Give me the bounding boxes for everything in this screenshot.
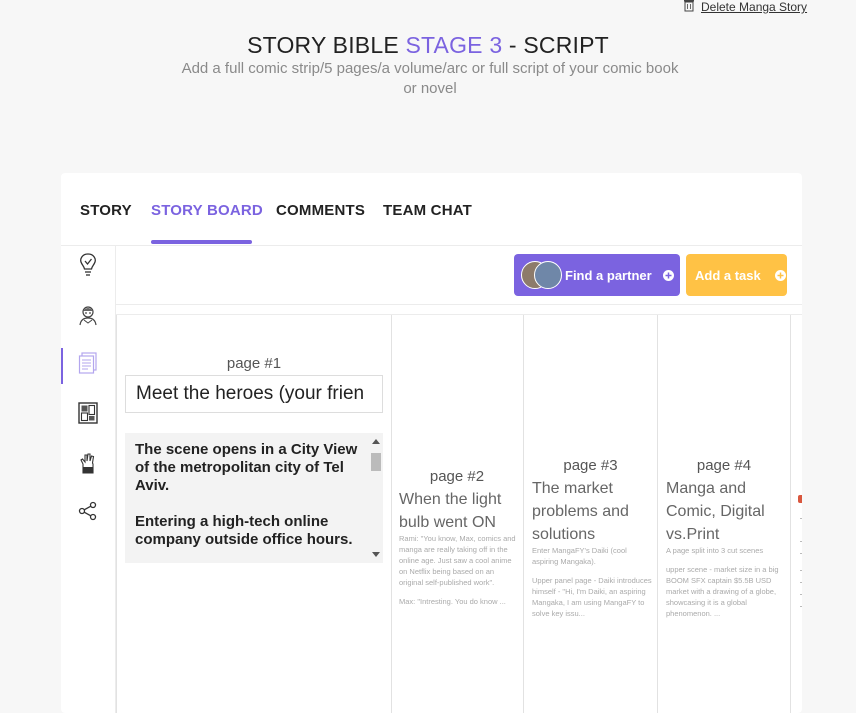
share-icon[interactable] — [75, 498, 101, 524]
page-card-title: When the light bulb went ON — [399, 491, 502, 531]
page-card-paragraph: Rami: "You know, Max, comics and manga a… — [399, 534, 516, 587]
text-fragment — [800, 541, 802, 542]
page-number: page #3 — [563, 457, 618, 474]
page-card-3[interactable]: page #3 The market problems and solution… — [524, 315, 658, 713]
page-title: STORY BIBLE STAGE 3 - SCRIPT — [0, 32, 856, 59]
page-title-input[interactable]: Meet the heroes (your frien — [125, 375, 383, 413]
page-card-paragraph: Enter MangaFY's Daiki (cool aspiring Man… — [532, 546, 627, 566]
text-fragment — [800, 553, 802, 554]
tab-story-board[interactable]: STORY BOARD — [151, 202, 263, 219]
page-card-4[interactable]: page #4 Manga and Comic, Digital vs.Prin… — [658, 315, 791, 713]
page-card-text: Enter MangaFY's Daiki (cool aspiring Man… — [532, 545, 653, 625]
scroll-down-icon[interactable] — [372, 552, 380, 557]
title-suffix: - SCRIPT — [502, 32, 609, 58]
scroll-up-icon[interactable] — [372, 439, 380, 444]
plus-circle-icon — [774, 269, 786, 281]
lightbulb-check-icon[interactable] — [75, 252, 101, 278]
text-fragment — [800, 594, 802, 595]
active-tab-indicator — [151, 240, 252, 244]
page-card-title: Manga and Comic, Digital vs.Print — [666, 480, 765, 543]
page-card-5-partial[interactable] — [791, 315, 802, 713]
trash-icon — [683, 0, 695, 15]
page-card-paragraph: Upper panel page - Daiki introduces hims… — [532, 576, 652, 618]
storyboard-grid-icon[interactable] — [75, 400, 101, 426]
description-paragraph: Entering a high-tech online company outs… — [135, 513, 353, 548]
text-fragment — [800, 518, 802, 519]
title-stage: STAGE 3 — [405, 32, 503, 58]
sidebar — [61, 246, 116, 713]
page-card-paragraph: A page split into 3 cut scenes — [666, 546, 764, 555]
add-task-button[interactable]: Add a task — [686, 254, 787, 296]
page-marker-icon — [798, 495, 802, 503]
page-card-text: A page split into 3 cut scenes upper sce… — [666, 545, 786, 625]
delete-manga-story-link[interactable]: Delete Manga Story — [683, 0, 807, 14]
title-prefix: STORY BIBLE — [247, 32, 406, 58]
sidebar-active-indicator — [61, 348, 63, 384]
page-card-2[interactable]: page #2 When the light bulb went ON Rami… — [391, 315, 524, 713]
find-partner-label: Find a partner — [565, 267, 652, 283]
text-fragment — [800, 570, 802, 571]
page-number: page #2 — [429, 468, 485, 485]
characters-icon[interactable] — [75, 302, 101, 328]
description-scrollbar[interactable] — [370, 439, 381, 557]
page-number: page #4 — [696, 457, 752, 474]
tab-bar: STORY STORY BOARD COMMENTS TEAM CHAT — [61, 173, 802, 246]
storyboard-pages: page #1 Meet the heroes (your frien The … — [116, 314, 802, 713]
plus-circle-icon — [662, 269, 674, 281]
delete-label[interactable]: Delete Manga Story — [701, 0, 807, 14]
page-card-paragraph: upper scene - market size in a big BOOM … — [666, 565, 779, 618]
page-card-1[interactable]: page #1 Meet the heroes (your frien The … — [116, 315, 392, 713]
tab-comments[interactable]: COMMENTS — [276, 202, 365, 219]
partner-avatars — [521, 261, 562, 289]
tab-story[interactable]: STORY — [80, 202, 132, 219]
script-pages-icon[interactable] — [75, 350, 101, 376]
page-card-text: Rami: "You know, Max, comics and manga a… — [399, 533, 519, 615]
page-subtitle: Add a full comic strip/5 pages/a volume/… — [181, 60, 679, 97]
description-paragraph: The scene opens in a City View of the me… — [135, 441, 358, 494]
add-task-label: Add a task — [695, 267, 761, 283]
page-number: page #1 — [226, 355, 282, 372]
avatar — [534, 261, 562, 289]
board-toolbar: Find a partner Add a task — [116, 246, 802, 305]
tab-team-chat[interactable]: TEAM CHAT — [383, 202, 472, 219]
story-board-card: STORY STORY BOARD COMMENTS TEAM CHAT Fin… — [61, 173, 802, 713]
page-description-textarea[interactable]: The scene opens in a City View of the me… — [125, 433, 383, 563]
scroll-thumb[interactable] — [371, 453, 381, 471]
page-card-paragraph: Max: "Intresting. You do know ... — [399, 597, 506, 606]
text-fragment — [800, 606, 802, 607]
hand-tools-icon[interactable] — [75, 450, 101, 476]
text-fragment — [800, 582, 802, 583]
find-partner-button[interactable]: Find a partner — [514, 254, 680, 296]
page-card-title: The market problems and solutions — [532, 480, 629, 543]
